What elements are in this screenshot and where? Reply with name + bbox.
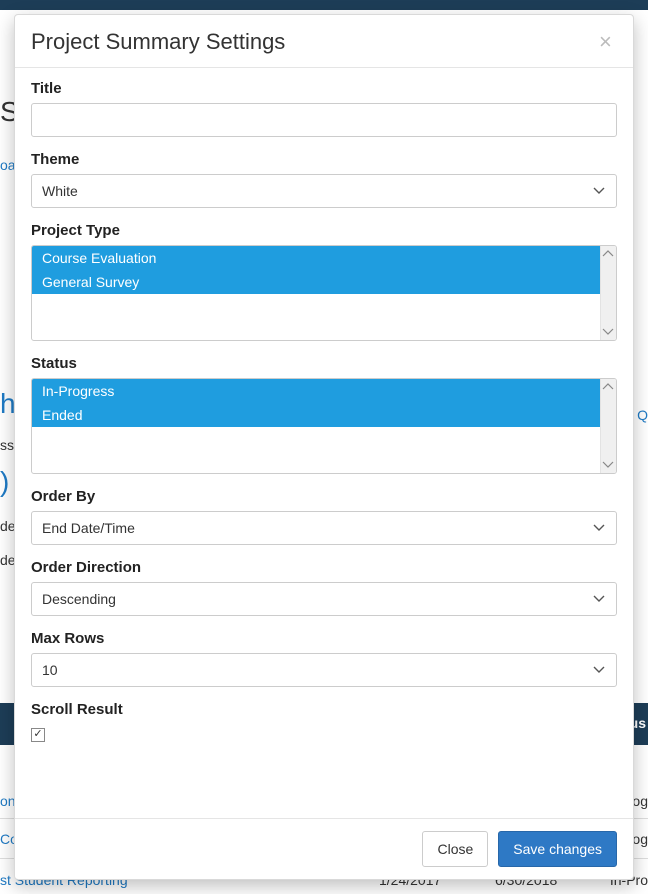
label-order-direction: Order Direction [31,559,617,576]
label-order-by: Order By [31,488,617,505]
modal-footer: Close Save changes [15,818,633,879]
label-status: Status [31,355,617,372]
app-topbar [0,0,648,10]
field-title: Title [31,80,617,137]
modal-body: Title Theme White Project Type Course Ev… [15,68,633,818]
listbox-item-in-progress[interactable]: In-Progress [32,379,600,403]
label-max-rows: Max Rows [31,630,617,647]
field-order-by: Order By End Date/Time [31,488,617,545]
field-max-rows: Max Rows 10 [31,630,617,687]
scrollbar-track[interactable] [600,379,616,473]
label-scroll-result: Scroll Result [31,701,617,718]
scrollbar-track[interactable] [600,246,616,340]
listbox-item-course-evaluation[interactable]: Course Evaluation [32,246,600,270]
modal-title: Project Summary Settings [31,29,593,55]
field-status: Status In-Progress Ended [31,355,617,474]
checkbox-scroll-result[interactable]: ✓ [31,728,45,742]
select-order-direction-value: Descending [31,582,617,616]
close-button[interactable]: Close [422,831,488,867]
listbox-status[interactable]: In-Progress Ended [31,378,617,474]
bg-link-q: Q [637,407,648,423]
modal-header: Project Summary Settings × [15,15,633,68]
label-project-type: Project Type [31,222,617,239]
field-project-type: Project Type Course Evaluation General S… [31,222,617,341]
listbox-project-type-scroll[interactable]: Course Evaluation General Survey [32,246,600,340]
close-icon[interactable]: × [593,30,617,54]
select-order-direction[interactable]: Descending [31,582,617,616]
listbox-status-scroll[interactable]: In-Progress Ended [32,379,600,473]
listbox-item-ended[interactable]: Ended [32,403,600,427]
listbox-project-type[interactable]: Course Evaluation General Survey [31,245,617,341]
bg-ss: ss [0,437,14,453]
input-title[interactable] [31,103,617,137]
select-max-rows-value: 10 [31,653,617,687]
project-summary-settings-modal: Project Summary Settings × Title Theme W… [14,14,634,880]
field-theme: Theme White [31,151,617,208]
label-title: Title [31,80,617,97]
select-theme-value: White [31,174,617,208]
select-order-by[interactable]: End Date/Time [31,511,617,545]
select-order-by-value: End Date/Time [31,511,617,545]
label-theme: Theme [31,151,617,168]
select-max-rows[interactable]: 10 [31,653,617,687]
field-order-direction: Order Direction Descending [31,559,617,616]
field-scroll-result: Scroll Result ✓ [31,701,617,742]
bg-paren: ) [0,466,9,498]
save-changes-button[interactable]: Save changes [498,831,617,867]
select-theme[interactable]: White [31,174,617,208]
listbox-item-general-survey[interactable]: General Survey [32,270,600,294]
